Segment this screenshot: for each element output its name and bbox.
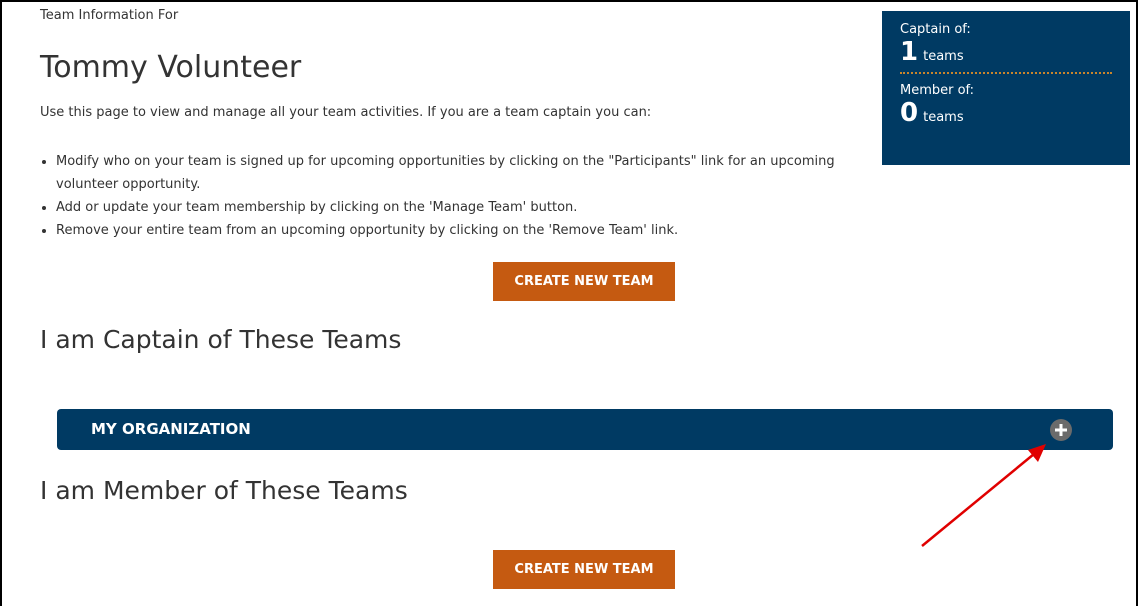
instructions-list: Modify who on your team is signed up for… [40,150,876,242]
captain-count-row: 1 teams [900,38,1112,66]
captain-of-label: Captain of: [900,22,971,37]
team-stats-panel: Captain of: 1 teams Member of: 0 teams [882,11,1130,165]
page-subtitle: Team Information For [40,8,179,23]
create-new-team-button[interactable]: CREATE NEW TEAM [493,262,675,301]
page-title: Tommy Volunteer [40,50,302,85]
annotation-arrow-icon [921,444,1046,547]
list-item: Remove your entire team from an upcoming… [56,219,876,242]
captain-count: 1 [900,37,919,67]
intro-text: Use this page to view and manage all you… [40,105,652,120]
member-unit: teams [923,110,964,125]
plus-circle-icon[interactable] [1050,419,1072,441]
captain-unit: teams [923,49,964,64]
plus-glyph [1055,424,1067,436]
member-of-label: Member of: [900,83,975,98]
list-item: Add or update your team membership by cl… [56,196,876,219]
create-new-team-button[interactable]: CREATE NEW TEAM [493,550,675,589]
member-count: 0 [900,98,919,128]
list-item: Modify who on your team is signed up for… [56,150,876,196]
organization-label: MY ORGANIZATION [91,420,251,438]
stats-divider [900,72,1112,74]
member-teams-heading: I am Member of These Teams [40,476,408,505]
captain-teams-heading: I am Captain of These Teams [40,325,402,354]
member-count-row: 0 teams [900,99,1112,127]
